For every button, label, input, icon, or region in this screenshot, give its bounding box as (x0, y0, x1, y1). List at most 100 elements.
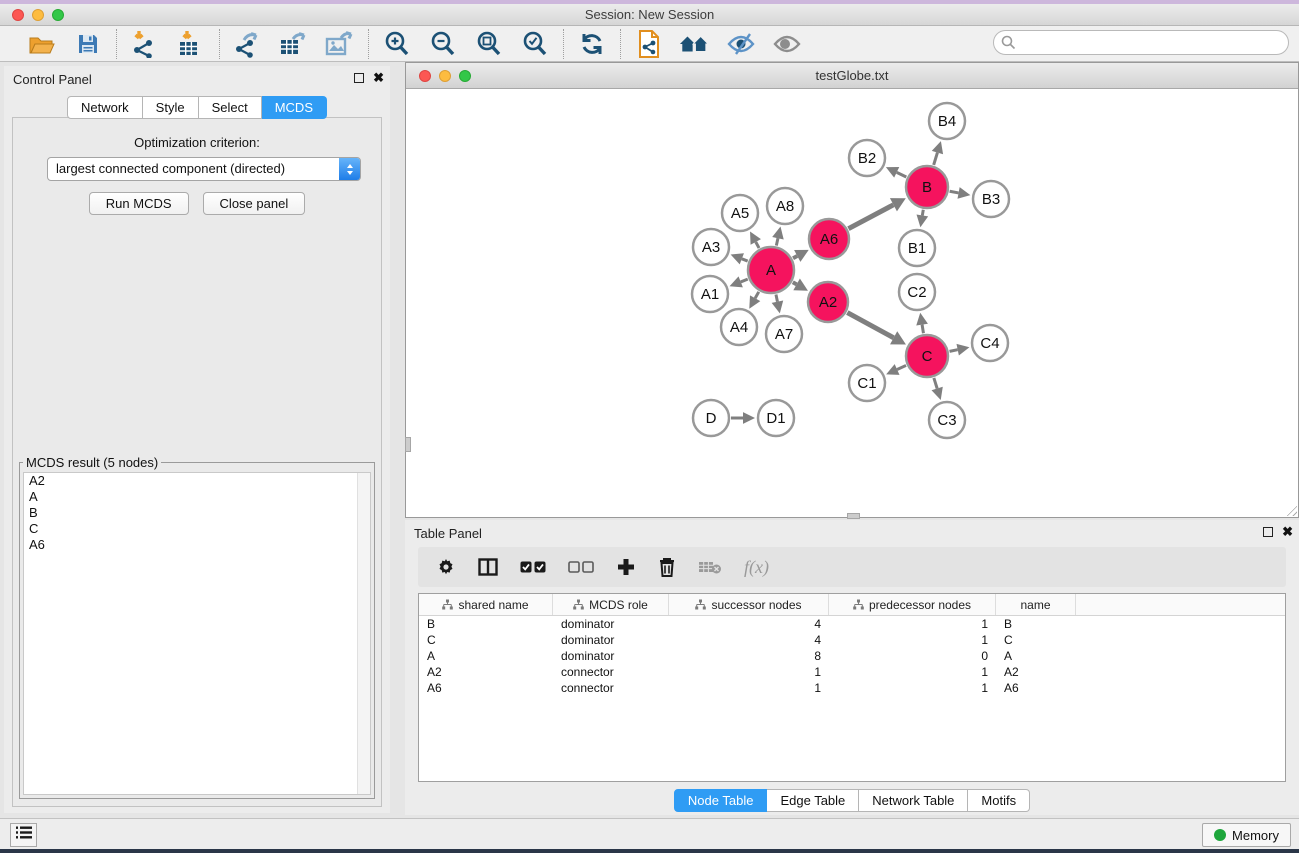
zoom-in-icon[interactable] (381, 30, 413, 58)
home-icon[interactable] (679, 30, 711, 58)
edge-A-A3[interactable] (742, 259, 748, 261)
table-row[interactable]: Adominator80A (419, 648, 1285, 664)
table-cell[interactable]: A6 (996, 681, 1076, 695)
table-cell[interactable]: 1 (669, 681, 829, 695)
network-horizontal-scrollbar[interactable] (847, 513, 860, 519)
table-cell[interactable]: A2 (419, 665, 553, 679)
open-session-icon[interactable] (26, 30, 58, 58)
close-panel-icon[interactable]: ✖ (373, 72, 384, 84)
close-table-panel-icon[interactable]: ✖ (1282, 526, 1293, 538)
edge-C-C3[interactable] (934, 378, 937, 389)
column-header-predecessor-nodes[interactable]: predecessor nodes (829, 594, 996, 615)
table-cell[interactable]: A6 (419, 681, 553, 695)
mcds-result-item[interactable]: A6 (24, 537, 370, 553)
select-all-checkboxes-icon[interactable] (520, 561, 546, 573)
tab-mcds[interactable]: MCDS (262, 96, 327, 119)
column-header-MCDS-role[interactable]: MCDS role (553, 594, 669, 615)
run-mcds-button[interactable]: Run MCDS (89, 192, 189, 215)
node-attribute-table[interactable]: shared nameMCDS rolesuccessor nodesprede… (418, 593, 1286, 782)
mcds-result-item[interactable]: A (24, 489, 370, 505)
table-cell[interactable]: B (419, 617, 553, 631)
edge-B-B4[interactable] (934, 153, 938, 165)
table-cell[interactable]: 1 (829, 681, 996, 695)
split-column-icon[interactable] (478, 558, 498, 576)
table-cell[interactable]: 1 (829, 617, 996, 631)
table-cell[interactable]: 1 (669, 665, 829, 679)
edge-B-B1[interactable] (922, 210, 923, 216)
edge-A-A6[interactable] (793, 256, 797, 258)
network-vertical-scrollbar[interactable] (405, 437, 411, 452)
show-graphics-details-icon[interactable] (771, 30, 803, 58)
table-row[interactable]: Cdominator41C (419, 632, 1285, 648)
edge-C-C1[interactable] (897, 365, 906, 369)
zoom-fit-icon[interactable] (473, 30, 505, 58)
export-table-icon[interactable] (278, 30, 310, 58)
table-cell[interactable]: B (996, 617, 1076, 631)
table-cell[interactable]: 1 (829, 633, 996, 647)
task-history-button[interactable] (10, 823, 37, 847)
table-cell[interactable]: A (996, 649, 1076, 663)
table-cell[interactable]: 4 (669, 617, 829, 631)
network-document-icon[interactable] (633, 30, 665, 58)
table-cell[interactable]: connector (553, 681, 669, 695)
column-header-name[interactable]: name (996, 594, 1076, 615)
import-network-icon[interactable] (129, 30, 161, 58)
edge-A-A4[interactable] (755, 292, 759, 298)
edge-C-C2[interactable] (922, 325, 923, 334)
deselect-checkboxes-icon[interactable] (568, 561, 594, 573)
tab-edge-table[interactable]: Edge Table (767, 789, 859, 812)
table-row[interactable]: A6connector11A6 (419, 680, 1285, 696)
refresh-layout-icon[interactable] (576, 30, 608, 58)
table-cell[interactable]: C (996, 633, 1076, 647)
edge-C-C4[interactable] (950, 350, 958, 352)
table-cell[interactable]: connector (553, 665, 669, 679)
table-cell[interactable]: dominator (553, 649, 669, 663)
export-network-icon[interactable] (232, 30, 264, 58)
table-cell[interactable]: A (419, 649, 553, 663)
network-window-titlebar[interactable]: testGlobe.txt (406, 63, 1298, 89)
table-cell[interactable]: A2 (996, 665, 1076, 679)
search-input[interactable] (993, 30, 1289, 55)
settings-gear-icon[interactable] (436, 557, 456, 577)
tab-style[interactable]: Style (143, 96, 199, 119)
tab-select[interactable]: Select (199, 96, 262, 119)
mcds-result-item[interactable]: C (24, 521, 370, 537)
table-cell[interactable]: 1 (829, 665, 996, 679)
edge-B-B3[interactable] (950, 191, 959, 193)
edge-A-A8[interactable] (776, 238, 778, 245)
mcds-result-item[interactable]: A2 (24, 473, 370, 489)
tab-network[interactable]: Network (67, 96, 143, 119)
tab-motifs[interactable]: Motifs (968, 789, 1030, 812)
optimization-criterion-select[interactable]: largest connected component (directed) (47, 157, 361, 181)
zoom-out-icon[interactable] (427, 30, 459, 58)
export-image-icon[interactable] (324, 30, 356, 58)
delete-column-icon[interactable] (658, 557, 676, 578)
edge-A6-B[interactable] (848, 205, 893, 229)
mcds-result-list[interactable]: A2ABCA6 (23, 472, 371, 795)
table-row[interactable]: Bdominator41B (419, 616, 1285, 632)
table-cell[interactable]: 8 (669, 649, 829, 663)
edge-A-A7[interactable] (776, 294, 777, 301)
edge-B-B2[interactable] (897, 172, 907, 177)
save-session-icon[interactable] (72, 30, 104, 58)
float-table-panel-icon[interactable] (1263, 527, 1273, 537)
edge-A-A2[interactable] (793, 282, 797, 284)
memory-button[interactable]: Memory (1202, 823, 1291, 847)
tab-node-table[interactable]: Node Table (674, 789, 768, 812)
edge-A-A5[interactable] (756, 242, 759, 248)
zoom-selected-icon[interactable] (519, 30, 551, 58)
add-column-icon[interactable] (616, 557, 636, 577)
column-header-shared-name[interactable]: shared name (419, 594, 553, 615)
table-cell[interactable]: 0 (829, 649, 996, 663)
table-cell[interactable]: dominator (553, 633, 669, 647)
network-canvas[interactable]: B4B2BB3B1A5A8A6A3AA1C2A4A7A2C4CC1C3DD1 (406, 89, 1298, 517)
table-row[interactable]: A2connector11A2 (419, 664, 1285, 680)
edge-A2-C[interactable] (847, 313, 893, 338)
table-cell[interactable]: dominator (553, 617, 669, 631)
mcds-result-item[interactable]: B (24, 505, 370, 521)
hide-graphics-details-icon[interactable] (725, 30, 757, 58)
import-table-icon[interactable] (175, 30, 207, 58)
edge-A-A1[interactable] (741, 279, 748, 282)
column-header-successor-nodes[interactable]: successor nodes (669, 594, 829, 615)
float-panel-icon[interactable] (354, 73, 364, 83)
